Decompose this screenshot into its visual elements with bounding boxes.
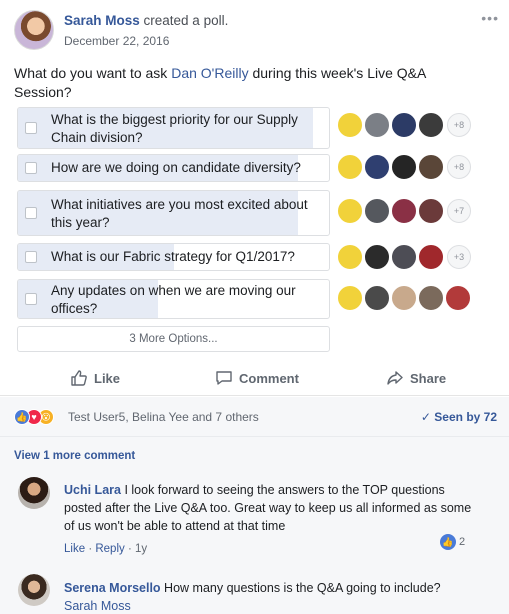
voter-extra-count[interactable]: +8 [447, 113, 471, 137]
poll-option-text: What is our Fabric strategy for Q1/2017? [51, 249, 295, 264]
reaction-icons[interactable]: 👍 ♥ 😮 [14, 409, 66, 425]
voter-extra-count[interactable]: +7 [447, 199, 471, 223]
voter-avatar[interactable] [445, 285, 471, 311]
ellipsis-icon[interactable]: ••• [481, 10, 499, 26]
voter-avatar[interactable] [337, 112, 363, 138]
voter-avatar[interactable] [364, 198, 390, 224]
post-header-line: Sarah Moss created a poll. [64, 13, 228, 28]
poll-option-voters[interactable] [337, 285, 497, 317]
voter-avatar[interactable] [364, 285, 390, 311]
author-avatar[interactable] [14, 10, 54, 50]
voter-avatar[interactable] [337, 154, 363, 180]
poll-option-text: What initiatives are you most excited ab… [51, 197, 308, 230]
share-button-label: Share [410, 370, 447, 386]
voter-avatar[interactable] [418, 198, 444, 224]
voter-avatar[interactable] [364, 112, 390, 138]
poll-option-text: What is the biggest priority for our Sup… [51, 112, 298, 145]
poll-option-voters[interactable]: +7 [337, 198, 497, 230]
comment-reply-link[interactable]: Reply [95, 543, 124, 555]
like-button[interactable]: Like [70, 367, 120, 389]
share-button[interactable]: Share [386, 367, 446, 389]
poll-option-box[interactable]: How are we doing on candidate diversity? [17, 154, 330, 182]
voter-avatar[interactable] [337, 244, 363, 270]
question-mention[interactable]: Dan O'Reilly [171, 65, 248, 81]
poll-option-text: Any updates on when we are moving our of… [51, 283, 296, 316]
comment-like-link[interactable]: Like [64, 543, 85, 555]
poll-option-voters[interactable]: +8 [337, 112, 497, 144]
post-actions: Like Comment Share [0, 360, 509, 396]
view-more-comments-link[interactable]: View 1 more comment [14, 450, 135, 462]
comment-reactions[interactable]: 👍 2 [440, 534, 465, 550]
comment-message: How many questions is the Q&A going to i… [160, 581, 441, 595]
comment-button[interactable]: Comment [215, 367, 299, 389]
meta-separator: · [127, 543, 132, 555]
poll-option-text: How are we doing on candidate diversity? [51, 160, 301, 175]
like-button-label: Like [94, 370, 121, 386]
poll-option-box[interactable]: Any updates on when we are moving our of… [17, 279, 330, 319]
poll-post: Sarah Moss created a poll. December 22, … [0, 0, 509, 614]
poll-option-box[interactable]: What is the biggest priority for our Sup… [17, 107, 330, 149]
poll-option-box[interactable]: What is our Fabric strategy for Q1/2017? [17, 243, 330, 271]
voter-avatar[interactable] [418, 285, 444, 311]
comment-message: I look forward to seeing the answers to … [64, 483, 472, 533]
like-reaction-icon: 👍 [14, 409, 30, 425]
comment-author[interactable]: Serena Morsello [64, 581, 161, 595]
commenter-avatar[interactable] [18, 574, 50, 606]
post-date[interactable]: December 22, 2016 [64, 34, 169, 48]
comments-section: View 1 more comment Uchi Lara I look for… [0, 437, 509, 614]
post-header: Sarah Moss created a poll. December 22, … [14, 10, 499, 56]
voter-avatar[interactable] [391, 112, 417, 138]
voter-avatar[interactable] [418, 154, 444, 180]
poll-question: What do you want to ask Dan O'Reilly dur… [14, 64, 484, 102]
comment-button-label: Comment [239, 370, 299, 386]
comment-reaction-count: 2 [459, 536, 466, 548]
comment-author[interactable]: Uchi Lara [64, 483, 121, 497]
voter-extra-count[interactable]: +8 [447, 155, 471, 179]
voter-avatar[interactable] [391, 154, 417, 180]
voter-avatar[interactable] [364, 154, 390, 180]
more-options-button[interactable]: 3 More Options... [17, 326, 330, 352]
voter-avatar[interactable] [337, 198, 363, 224]
voter-avatar[interactable] [391, 244, 417, 270]
poll-option-voters[interactable]: +3 [337, 244, 497, 276]
seen-by-label: Seen by 72 [434, 410, 497, 424]
voter-avatar[interactable] [337, 285, 363, 311]
seen-by[interactable]: ✓ Seen by 72 [421, 410, 497, 424]
voter-extra-count[interactable]: +3 [447, 245, 471, 269]
voter-avatar[interactable] [364, 244, 390, 270]
poll-option-checkbox[interactable] [25, 122, 37, 134]
voter-avatar[interactable] [391, 285, 417, 311]
commenter-avatar[interactable] [18, 477, 50, 509]
voter-avatar[interactable] [391, 198, 417, 224]
comment-icon [216, 371, 232, 385]
poll-option-checkbox[interactable] [25, 293, 37, 305]
comment-text: Uchi Lara I look forward to seeing the a… [64, 481, 484, 535]
comment-age[interactable]: 1y [135, 543, 147, 555]
comment-text: Serena Morsello How many questions is th… [64, 579, 464, 614]
author-name[interactable]: Sarah Moss [64, 13, 140, 28]
share-icon [387, 371, 403, 385]
reactions-bar: 👍 ♥ 😮 Test User5, Belina Yee and 7 other… [0, 397, 509, 437]
poll-option-box[interactable]: What initiatives are you most excited ab… [17, 190, 330, 236]
reactions-summary[interactable]: Test User5, Belina Yee and 7 others [68, 410, 259, 424]
comment-mention[interactable]: Sarah Moss [64, 599, 131, 613]
checkmark-icon: ✓ [420, 410, 431, 424]
poll-option-checkbox[interactable] [25, 251, 37, 263]
like-reaction-icon: 👍 [440, 534, 456, 550]
meta-separator: · [88, 543, 93, 555]
comment-meta: Like · Reply · 1y [64, 543, 147, 555]
question-text-start: What do you want to ask [14, 65, 172, 81]
poll-option-checkbox[interactable] [25, 207, 37, 219]
thumbs-up-icon [71, 370, 87, 386]
voter-avatar[interactable] [418, 244, 444, 270]
post-action-text: created a poll. [139, 13, 229, 28]
poll-option-voters[interactable]: +8 [337, 154, 497, 186]
voter-avatar[interactable] [418, 112, 444, 138]
poll-option-checkbox[interactable] [25, 162, 37, 174]
